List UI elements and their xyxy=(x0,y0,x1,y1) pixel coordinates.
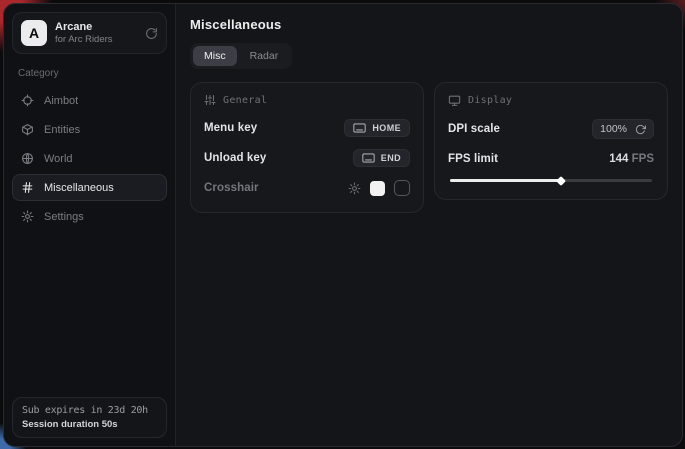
display-card-title: Display xyxy=(468,95,512,106)
sidebar: A Arcane for Arc Riders Category Aimbot xyxy=(4,4,176,446)
general-card-title: General xyxy=(223,95,267,106)
sidebar-item-settings[interactable]: Settings xyxy=(12,203,167,230)
crosshair-row: Crosshair xyxy=(204,177,410,199)
box-icon xyxy=(21,123,35,136)
session-duration-text: Session duration 50s xyxy=(22,419,157,430)
brand-subtitle: for Arc Riders xyxy=(55,34,137,45)
sliders-icon xyxy=(204,94,216,106)
tab-misc[interactable]: Misc xyxy=(193,46,237,66)
unload-key-label: Unload key xyxy=(204,152,266,164)
gear-icon xyxy=(21,210,35,223)
slider-fill xyxy=(450,179,563,182)
tab-radar[interactable]: Radar xyxy=(239,46,290,66)
crosshair-color-swatch[interactable] xyxy=(370,181,385,196)
display-card-header: Display xyxy=(448,94,654,107)
unload-key-row: Unload key END xyxy=(204,147,410,169)
sidebar-item-aimbot[interactable]: Aimbot xyxy=(12,87,167,114)
tab-bar: Misc Radar xyxy=(190,43,292,69)
menu-key-value: HOME xyxy=(372,123,401,133)
keyboard-icon xyxy=(362,153,375,163)
brand-title: Arcane xyxy=(55,21,137,34)
unload-key-value: END xyxy=(381,153,401,163)
rotate-icon[interactable] xyxy=(635,124,646,135)
sidebar-nav: Aimbot Entities World Miscellaneous xyxy=(12,87,167,230)
globe-icon xyxy=(21,152,35,165)
dpi-scale-stepper[interactable]: 100% xyxy=(592,119,654,139)
menu-key-label: Menu key xyxy=(204,122,257,134)
crosshair-icon xyxy=(21,94,35,107)
main-content: Miscellaneous Misc Radar General Menu ke… xyxy=(176,4,682,446)
fps-limit-value: 144 FPS xyxy=(609,153,654,165)
brand-card[interactable]: A Arcane for Arc Riders xyxy=(12,12,167,54)
crosshair-controls xyxy=(348,180,410,196)
crosshair-settings-gear-icon[interactable] xyxy=(348,182,361,195)
sidebar-item-miscellaneous[interactable]: Miscellaneous xyxy=(12,174,167,201)
dpi-scale-label: DPI scale xyxy=(448,123,500,135)
menu-key-bind-button[interactable]: HOME xyxy=(344,119,410,137)
refresh-icon[interactable] xyxy=(145,27,158,40)
page-title: Miscellaneous xyxy=(190,17,668,32)
sidebar-item-label: Miscellaneous xyxy=(44,182,114,194)
monitor-icon xyxy=(448,94,461,107)
category-label: Category xyxy=(18,68,161,79)
crosshair-label: Crosshair xyxy=(204,182,259,194)
dpi-scale-row: DPI scale 100% xyxy=(448,118,654,140)
menu-key-row: Menu key HOME xyxy=(204,117,410,139)
sub-expires-text: Sub expires in 23d 20h xyxy=(22,405,157,416)
fps-limit-slider[interactable] xyxy=(448,174,654,186)
sidebar-item-entities[interactable]: Entities xyxy=(12,116,167,143)
avatar: A xyxy=(21,20,47,46)
slider-thumb[interactable] xyxy=(556,176,566,186)
unload-key-bind-button[interactable]: END xyxy=(353,149,410,167)
cards-row: General Menu key HOME Unload key xyxy=(190,82,668,213)
sidebar-item-label: Aimbot xyxy=(44,95,78,107)
sidebar-item-label: Settings xyxy=(44,211,84,223)
fps-number: 144 xyxy=(609,153,628,165)
fps-limit-row: FPS limit 144 FPS xyxy=(448,148,654,170)
brand-text: Arcane for Arc Riders xyxy=(55,21,137,46)
sidebar-item-label: Entities xyxy=(44,124,80,136)
general-card: General Menu key HOME Unload key xyxy=(190,82,424,213)
crosshair-checkbox[interactable] xyxy=(394,180,410,196)
fps-unit: FPS xyxy=(632,153,654,165)
general-card-header: General xyxy=(204,94,410,106)
sidebar-item-world[interactable]: World xyxy=(12,145,167,172)
subscription-status-card: Sub expires in 23d 20h Session duration … xyxy=(12,397,167,438)
dpi-scale-value: 100% xyxy=(600,123,627,135)
app-window: A Arcane for Arc Riders Category Aimbot xyxy=(3,3,683,447)
fps-limit-label: FPS limit xyxy=(448,153,498,165)
sidebar-item-label: World xyxy=(44,153,73,165)
grid-icon xyxy=(21,181,35,194)
keyboard-icon xyxy=(353,123,366,133)
display-card: Display DPI scale 100% FPS limit 144 xyxy=(434,82,668,200)
